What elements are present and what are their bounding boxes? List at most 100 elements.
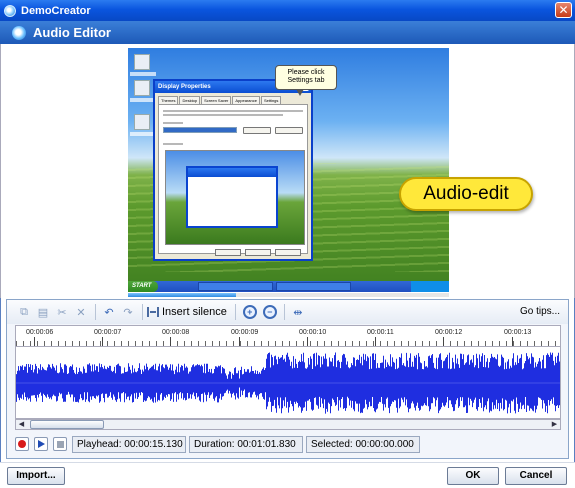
toolbar-separator <box>95 304 96 320</box>
import-button[interactable]: Import... <box>7 467 65 485</box>
dialog-tab: Screen Saver <box>201 96 232 104</box>
editor-toolbar: ⧉ ▤ ✂ ✕ ↶ ↷ Insert silence + − ⇹ Go tips… <box>7 300 568 324</box>
insert-silence-icon <box>147 307 159 317</box>
timeline-label: 00:00:10 <box>299 329 327 336</box>
dialog-button <box>245 249 271 256</box>
timeline-label: 00:00:11 <box>367 329 394 336</box>
audio-edit-badge: Audio-edit <box>399 177 533 211</box>
desktop-icon-label <box>130 72 156 76</box>
toolbar-separator <box>142 304 143 320</box>
timeline-ruler[interactable]: 00:00:06 00:00:07 00:00:08 00:00:09 00:0… <box>15 325 561 346</box>
video-preview-area: Display Properties Themes Desktop Screen… <box>0 44 575 298</box>
callout-line: Settings tab <box>287 77 325 84</box>
toolbar-separator <box>283 304 285 320</box>
dialog-text-line <box>163 122 183 124</box>
redo-icon[interactable]: ↷ <box>119 304 137 320</box>
dialog-button <box>243 127 271 134</box>
timeline-major-tick <box>170 337 171 346</box>
timeline-label: 00:00:12 <box>435 329 463 336</box>
preview-taskbar: START <box>128 281 449 292</box>
timeline-major-tick <box>307 337 308 346</box>
timeline-label: 00:00:13 <box>504 329 532 336</box>
callout-pointer <box>296 89 304 96</box>
timeline-major-tick <box>443 337 444 346</box>
app-logo-icon <box>4 4 16 17</box>
desktop-icon <box>134 54 150 70</box>
playhead-field: Playhead: 00:00:15.130 <box>72 435 186 453</box>
page-header: Audio Editor <box>0 21 575 44</box>
video-preview-frame: Display Properties Themes Desktop Screen… <box>128 48 449 292</box>
timeline-label: 00:00:06 <box>26 329 54 336</box>
display-properties-dialog: Display Properties Themes Desktop Screen… <box>153 79 313 261</box>
tutorial-callout: Please click Settings tab <box>275 65 337 90</box>
sample-active-window <box>186 166 278 228</box>
waveform-view[interactable] <box>15 346 561 419</box>
fit-to-window-icon[interactable]: ⇹ <box>289 304 307 320</box>
timeline-major-tick <box>34 337 35 346</box>
play-button[interactable] <box>34 437 48 451</box>
scroll-right-icon[interactable]: ▶ <box>549 420 560 429</box>
timeline-major-tick <box>239 337 240 346</box>
dialog-button <box>215 249 241 256</box>
timeline-label: 00:00:08 <box>162 329 190 336</box>
dialog-footer-buttons <box>215 249 301 256</box>
dialog-tabs: Themes Desktop Screen Saver Appearance S… <box>155 93 311 104</box>
window-title: DemoCreator <box>21 4 91 17</box>
dialog-body <box>158 104 308 254</box>
copy-icon[interactable]: ⧉ <box>15 304 33 320</box>
desktop-icon <box>134 80 150 96</box>
timeline-major-tick <box>102 337 103 346</box>
dialog-button <box>275 127 303 134</box>
play-icon <box>37 440 45 448</box>
preview-system-tray <box>411 281 449 292</box>
preview-task-item <box>276 282 351 291</box>
audio-editor-panel: ⧉ ▤ ✂ ✕ ↶ ↷ Insert silence + − ⇹ Go tips… <box>6 299 569 459</box>
duration-field: Duration: 00:01:01.830 <box>189 435 303 453</box>
editor-status-bar: Playhead: 00:00:15.130 Duration: 00:01:0… <box>15 434 561 454</box>
theme-select <box>163 127 237 133</box>
delete-icon[interactable]: ✕ <box>72 304 90 320</box>
dialog-tab: Desktop <box>179 96 201 104</box>
scroll-left-icon[interactable]: ◀ <box>16 420 27 429</box>
go-tips-link[interactable]: Go tips... <box>520 306 560 317</box>
zoom-out-icon[interactable]: − <box>262 305 277 319</box>
preview-task-item <box>198 282 273 291</box>
zoom-in-icon[interactable]: + <box>242 305 257 319</box>
audio-waveform <box>16 352 560 414</box>
page-title: Audio Editor <box>33 25 111 40</box>
cancel-button[interactable]: Cancel <box>505 467 567 485</box>
undo-icon[interactable]: ↶ <box>100 304 118 320</box>
dialog-button <box>275 249 301 256</box>
record-button[interactable] <box>15 437 29 451</box>
preview-start-button: START <box>128 281 158 292</box>
dialog-tab: Settings <box>260 96 282 104</box>
insert-silence-label: Insert silence <box>162 306 227 318</box>
preview-progress-fill <box>128 293 236 297</box>
dialog-text-line <box>163 114 283 116</box>
record-icon <box>18 440 26 448</box>
timeline-major-tick <box>375 337 376 346</box>
cut-icon[interactable]: ✂ <box>53 304 71 320</box>
sample-window-title <box>188 168 276 177</box>
dialog-tab: Themes <box>158 96 179 104</box>
dialog-footer: Import... OK Cancel <box>0 462 575 488</box>
selected-field: Selected: 00:00:00.000 <box>306 435 420 453</box>
dialog-text-line <box>163 143 183 145</box>
insert-silence-button[interactable]: Insert silence <box>147 306 227 318</box>
paste-icon[interactable]: ▤ <box>34 304 52 320</box>
desktop-icon <box>134 114 150 130</box>
theme-sample-preview <box>165 150 305 245</box>
scrollbar-thumb[interactable] <box>30 420 104 429</box>
dialog-tab: Appearance <box>232 96 260 104</box>
preview-progress-bar[interactable] <box>128 293 449 297</box>
audio-editor-icon <box>12 25 26 40</box>
window-title-bar: DemoCreator ✕ <box>0 0 575 21</box>
dialog-text-line <box>163 110 303 112</box>
timeline-scrollbar[interactable]: ◀ ▶ <box>15 419 561 430</box>
stop-icon <box>56 440 64 448</box>
ok-button[interactable]: OK <box>447 467 499 485</box>
stop-button[interactable] <box>53 437 67 451</box>
close-button[interactable]: ✕ <box>555 2 572 18</box>
timeline-label: 00:00:07 <box>94 329 122 336</box>
callout-line: Please click <box>287 69 325 76</box>
